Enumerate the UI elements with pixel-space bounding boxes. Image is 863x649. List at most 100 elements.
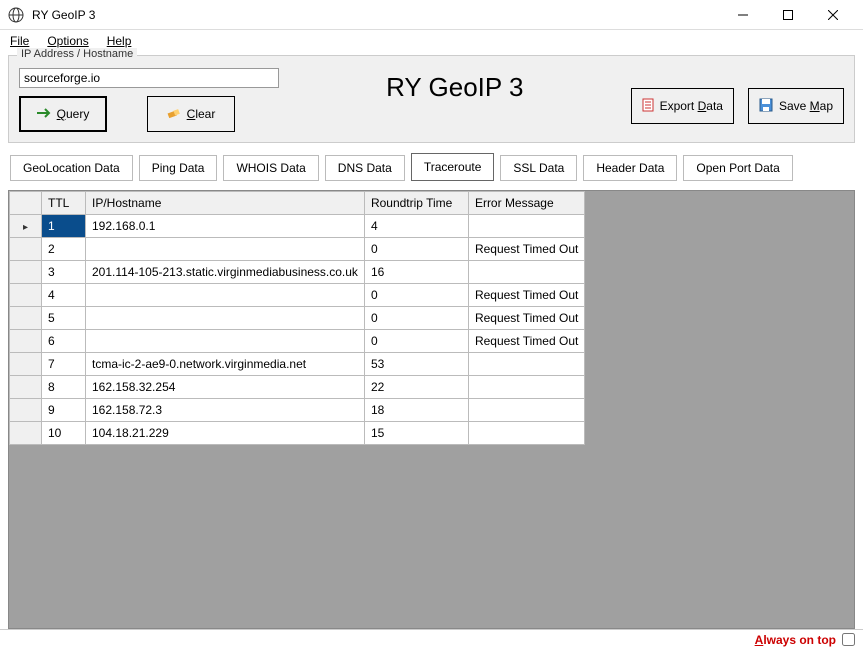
cell-ttl[interactable]: 2: [42, 238, 86, 261]
cell-err[interactable]: [468, 399, 584, 422]
titlebar: RY GeoIP 3: [0, 0, 863, 30]
content-area: TTL IP/Hostname Roundtrip Time Error Mes…: [8, 190, 855, 629]
cell-err[interactable]: [468, 215, 584, 238]
always-on-top-label[interactable]: Always on top: [755, 633, 836, 647]
table-row[interactable]: 5 0Request Timed Out: [10, 307, 585, 330]
table-row[interactable]: 10104.18.21.22915: [10, 422, 585, 445]
cell-ip[interactable]: 162.158.32.254: [86, 376, 365, 399]
cell-ttl[interactable]: 3: [42, 261, 86, 284]
cell-ip[interactable]: 104.18.21.229: [86, 422, 365, 445]
cell-rt[interactable]: 53: [364, 353, 468, 376]
table-row[interactable]: 4 0Request Timed Out: [10, 284, 585, 307]
cell-ip[interactable]: [86, 307, 365, 330]
cell-ip[interactable]: 192.168.0.1: [86, 215, 365, 238]
cell-ip[interactable]: [86, 284, 365, 307]
export-prefix: Export: [660, 99, 698, 113]
cell-ttl[interactable]: 9: [42, 399, 86, 422]
tab-header[interactable]: Header Data: [583, 155, 677, 181]
cell-rt[interactable]: 0: [364, 330, 468, 353]
table-row[interactable]: 9162.158.72.318: [10, 399, 585, 422]
cell-rt[interactable]: 4: [364, 215, 468, 238]
cell-err[interactable]: [468, 376, 584, 399]
window-controls: [720, 1, 855, 29]
row-header-cell[interactable]: [10, 353, 42, 376]
table-row[interactable]: 7tcma-ic-2-ae9-0.network.virginmedia.net…: [10, 353, 585, 376]
table-row[interactable]: 3201.114-105-213.static.virginmediabusin…: [10, 261, 585, 284]
cell-err[interactable]: [468, 261, 584, 284]
cell-rt[interactable]: 0: [364, 238, 468, 261]
row-header-cell[interactable]: [10, 307, 42, 330]
cell-ttl[interactable]: 10: [42, 422, 86, 445]
cell-rt[interactable]: 22: [364, 376, 468, 399]
cell-err[interactable]: [468, 353, 584, 376]
save-map-button[interactable]: Save Map: [748, 88, 844, 124]
maximize-button[interactable]: [765, 1, 810, 29]
query-button[interactable]: Query: [19, 96, 107, 132]
cell-ttl[interactable]: 4: [42, 284, 86, 307]
cell-ip[interactable]: tcma-ic-2-ae9-0.network.virginmedia.net: [86, 353, 365, 376]
cell-rt[interactable]: 16: [364, 261, 468, 284]
cell-ip[interactable]: 201.114-105-213.static.virginmediabusine…: [86, 261, 365, 284]
cell-rt[interactable]: 18: [364, 399, 468, 422]
cell-ip[interactable]: [86, 238, 365, 261]
table-row[interactable]: 8162.158.32.25422: [10, 376, 585, 399]
tab-dns[interactable]: DNS Data: [325, 155, 405, 181]
row-header-cell[interactable]: [10, 284, 42, 307]
tab-ping[interactable]: Ping Data: [139, 155, 218, 181]
cell-err[interactable]: Request Timed Out: [468, 307, 584, 330]
cell-ttl[interactable]: 7: [42, 353, 86, 376]
table-header-row: TTL IP/Hostname Roundtrip Time Error Mes…: [10, 192, 585, 215]
row-header-cell[interactable]: [10, 238, 42, 261]
cell-err[interactable]: Request Timed Out: [468, 238, 584, 261]
tab-openport[interactable]: Open Port Data: [683, 155, 792, 181]
row-header-cell[interactable]: [10, 215, 42, 238]
cell-rt[interactable]: 0: [364, 307, 468, 330]
cell-err[interactable]: Request Timed Out: [468, 330, 584, 353]
group-legend: IP Address / Hostname: [17, 48, 137, 60]
tab-geolocation[interactable]: GeoLocation Data: [10, 155, 133, 181]
row-header-cell[interactable]: [10, 376, 42, 399]
aot-suffix: lways on top: [763, 633, 836, 647]
tab-ssl[interactable]: SSL Data: [500, 155, 577, 181]
tab-traceroute[interactable]: Traceroute: [411, 153, 495, 181]
export-suffix: ata: [706, 99, 723, 113]
cell-ttl[interactable]: 8: [42, 376, 86, 399]
cell-ttl[interactable]: 5: [42, 307, 86, 330]
export-data-button[interactable]: Export Data: [631, 88, 734, 124]
cell-ip[interactable]: 162.158.72.3: [86, 399, 365, 422]
col-rt[interactable]: Roundtrip Time: [364, 192, 468, 215]
close-button[interactable]: [810, 1, 855, 29]
row-header-cell[interactable]: [10, 422, 42, 445]
menu-options[interactable]: Options: [47, 34, 88, 48]
cell-err[interactable]: Request Timed Out: [468, 284, 584, 307]
always-on-top-checkbox[interactable]: [842, 633, 855, 646]
cell-ttl[interactable]: 1: [42, 215, 86, 238]
col-ip[interactable]: IP/Hostname: [86, 192, 365, 215]
tab-whois[interactable]: WHOIS Data: [223, 155, 318, 181]
clear-label: lear: [195, 107, 215, 121]
table-row[interactable]: 2 0Request Timed Out: [10, 238, 585, 261]
traceroute-table[interactable]: TTL IP/Hostname Roundtrip Time Error Mes…: [9, 191, 585, 445]
cell-ip[interactable]: [86, 330, 365, 353]
menu-help[interactable]: Help: [107, 34, 132, 48]
cell-ttl[interactable]: 6: [42, 330, 86, 353]
row-header-cell[interactable]: [10, 261, 42, 284]
cell-err[interactable]: [468, 422, 584, 445]
globe-icon: [8, 7, 24, 23]
table-row[interactable]: 1192.168.0.14: [10, 215, 585, 238]
row-header-cell[interactable]: [10, 399, 42, 422]
cell-rt[interactable]: 0: [364, 284, 468, 307]
menu-file[interactable]: File: [10, 34, 29, 48]
tabstrip: GeoLocation Data Ping Data WHOIS Data DN…: [0, 149, 863, 181]
save-prefix: Save: [779, 99, 810, 113]
ip-hostname-group: IP Address / Hostname Query Clear RY Geo…: [8, 55, 855, 143]
table-row[interactable]: 6 0Request Timed Out: [10, 330, 585, 353]
row-header-cell[interactable]: [10, 330, 42, 353]
cell-rt[interactable]: 15: [364, 422, 468, 445]
save-icon: [759, 98, 773, 115]
minimize-button[interactable]: [720, 1, 765, 29]
clear-button[interactable]: Clear: [147, 96, 235, 132]
hostname-input[interactable]: [19, 68, 279, 88]
col-ttl[interactable]: TTL: [42, 192, 86, 215]
col-err[interactable]: Error Message: [468, 192, 584, 215]
